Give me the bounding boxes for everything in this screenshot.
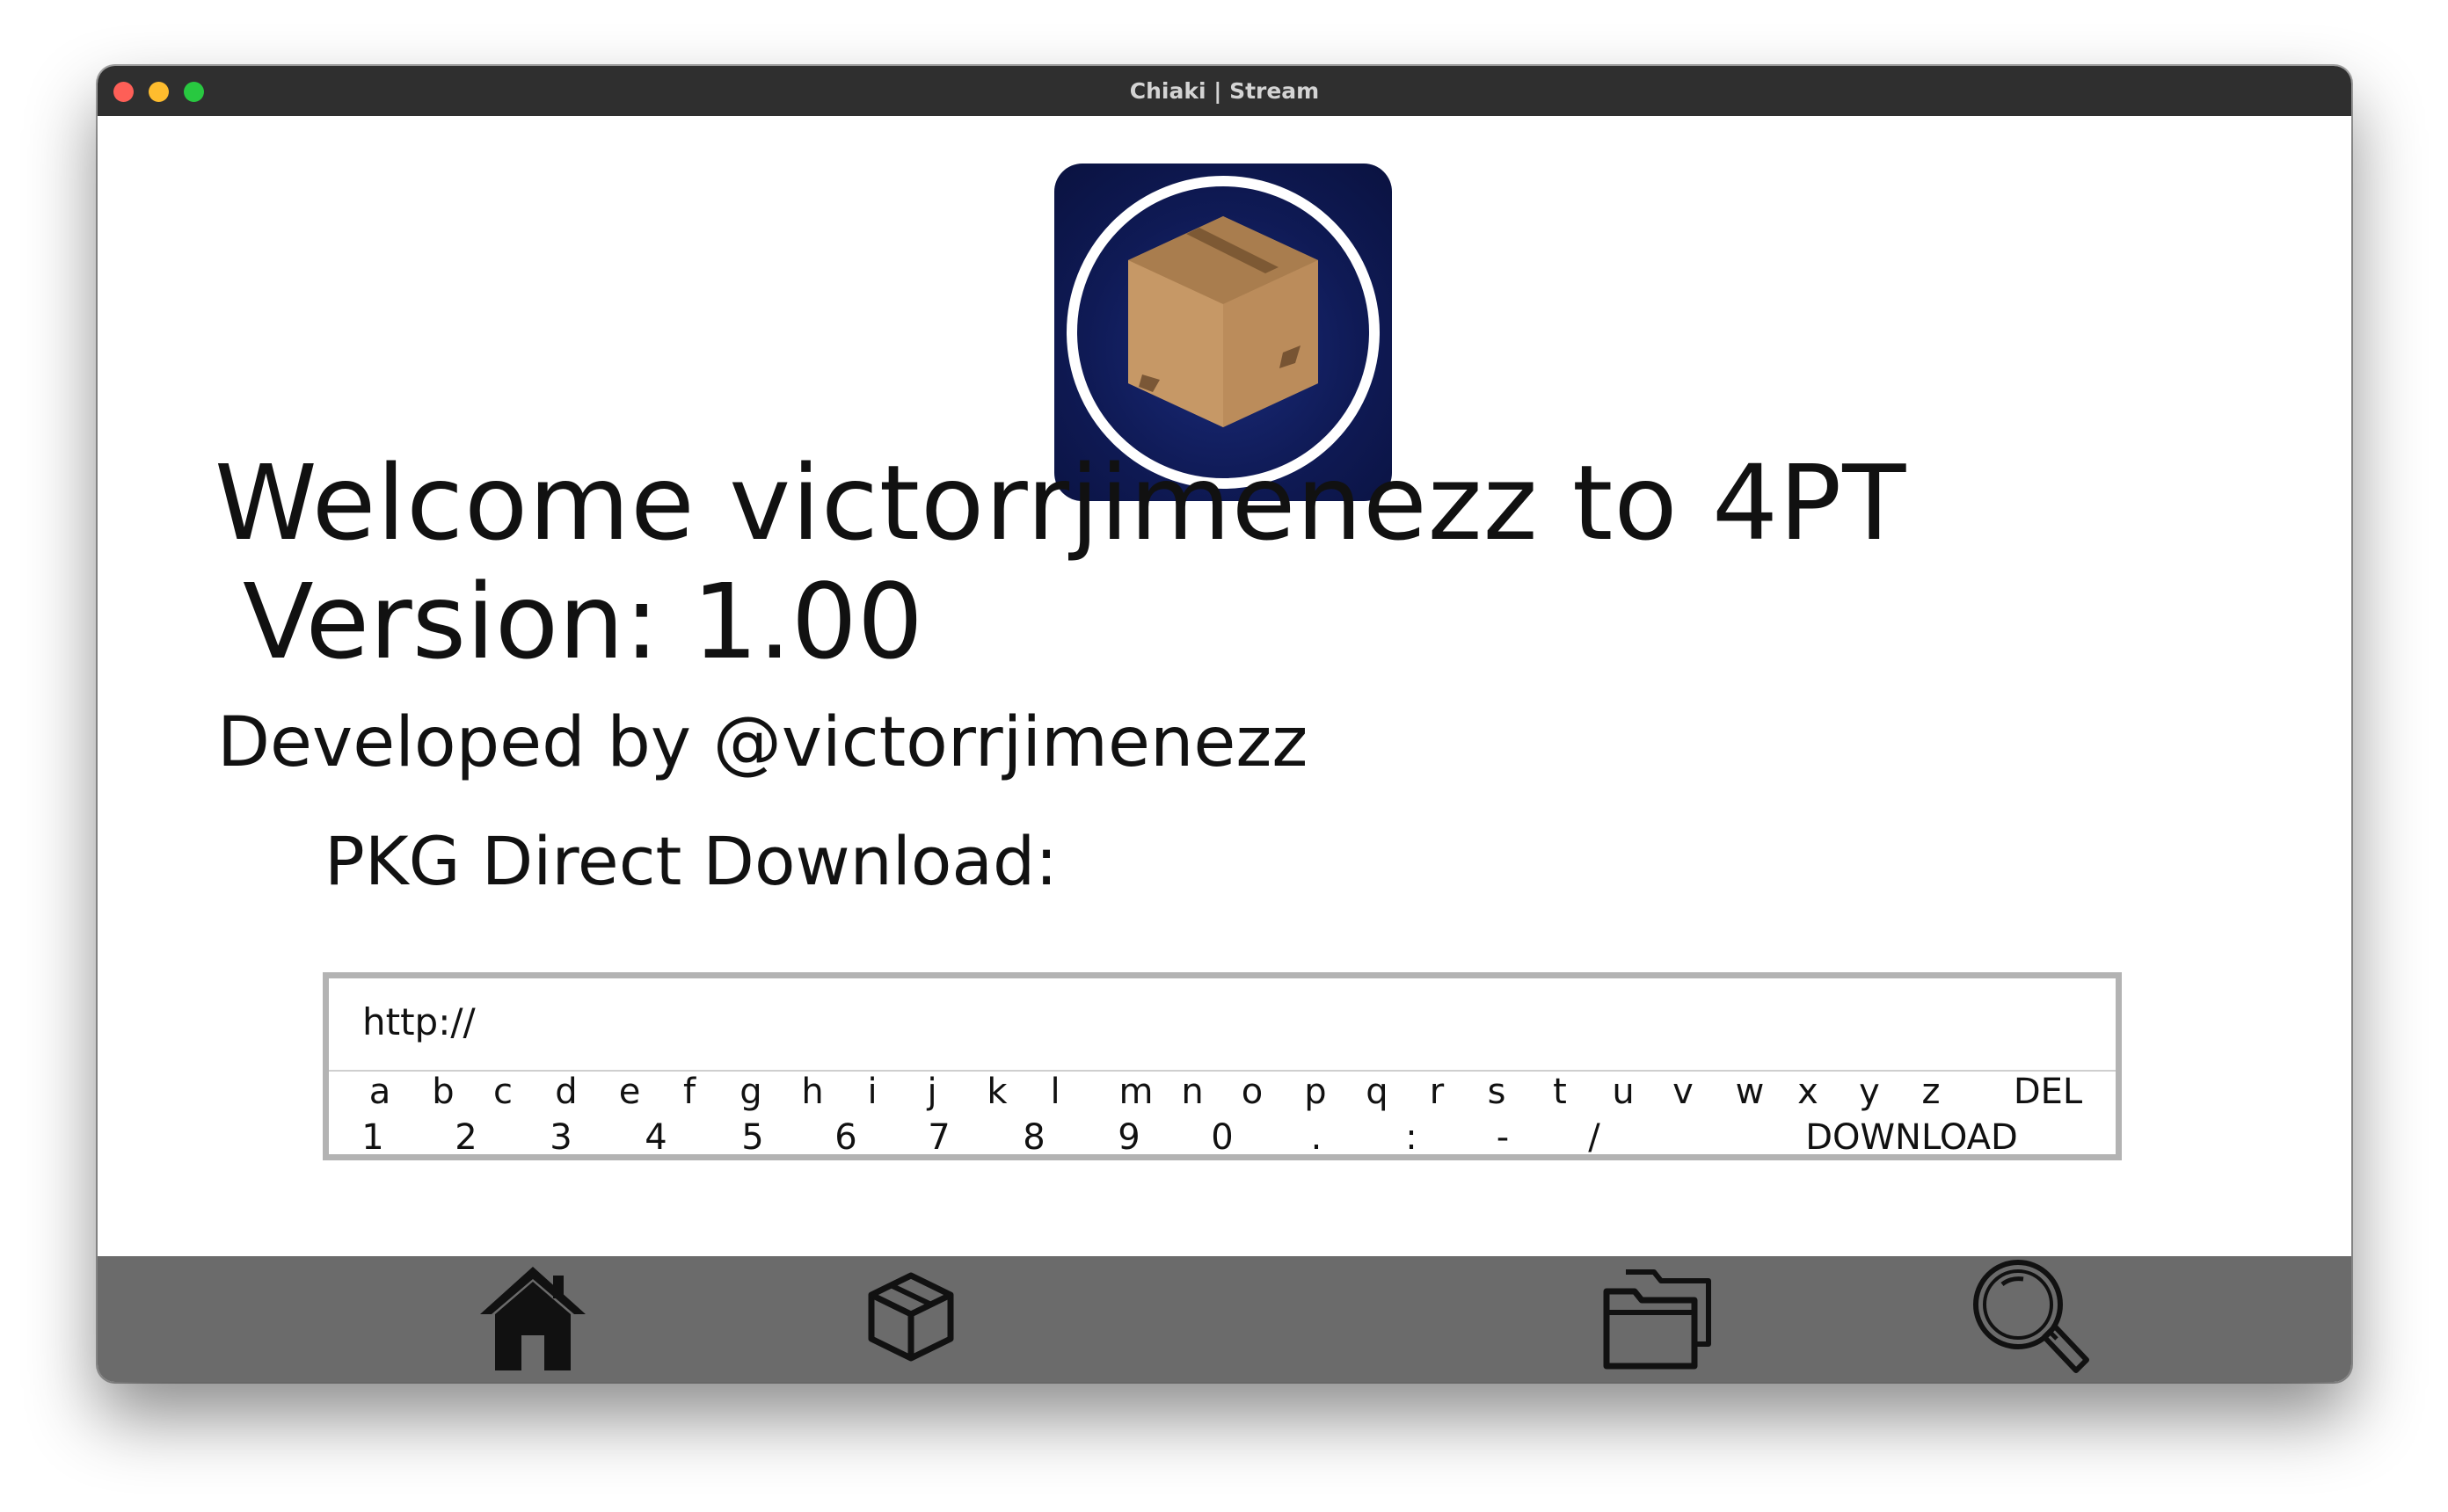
key-t[interactable]: t (1542, 1070, 1577, 1114)
key-3[interactable]: 3 (543, 1116, 579, 1159)
key-colon[interactable]: : (1398, 1116, 1424, 1159)
key-download[interactable]: DOWNLOAD (1780, 1116, 2044, 1159)
key-y[interactable]: y (1852, 1070, 1887, 1114)
package-icon[interactable] (863, 1268, 959, 1369)
key-2[interactable]: 2 (448, 1116, 484, 1159)
pkg-download-label: PKG Direct Download: (324, 822, 1058, 900)
key-7[interactable]: 7 (922, 1116, 957, 1159)
key-period[interactable]: . (1303, 1116, 1330, 1159)
key-g[interactable]: g (733, 1070, 769, 1114)
key-e[interactable]: e (612, 1070, 647, 1114)
key-f[interactable]: f (672, 1070, 707, 1114)
window-title: Chiaki | Stream (1129, 78, 1320, 104)
key-a[interactable]: a (362, 1070, 397, 1114)
window-titlebar: Chiaki | Stream (98, 66, 2351, 116)
key-l[interactable]: l (1038, 1070, 1073, 1114)
key-r[interactable]: r (1419, 1070, 1454, 1114)
url-input-value: http:// (362, 1000, 476, 1043)
key-p[interactable]: p (1298, 1070, 1333, 1114)
search-icon[interactable] (1967, 1256, 2090, 1382)
key-s[interactable]: s (1479, 1070, 1514, 1114)
key-del[interactable]: DEL (2000, 1070, 2096, 1114)
bottom-navbar (98, 1256, 2351, 1382)
key-1[interactable]: 1 (355, 1116, 390, 1159)
key-5[interactable]: 5 (735, 1116, 770, 1159)
key-9[interactable]: 9 (1111, 1116, 1147, 1159)
key-u[interactable]: u (1606, 1070, 1641, 1114)
key-0[interactable]: 0 (1205, 1116, 1240, 1159)
key-b[interactable]: b (426, 1070, 461, 1114)
key-k[interactable]: k (980, 1070, 1015, 1114)
welcome-heading: Welcome victorrjimenezz to 4PT (215, 442, 1907, 563)
key-o[interactable]: o (1235, 1070, 1270, 1114)
key-8[interactable]: 8 (1016, 1116, 1052, 1159)
stream-window: Chiaki | Stream Welcome victorrjimenezz … (98, 66, 2351, 1382)
key-v[interactable]: v (1665, 1070, 1701, 1114)
key-h[interactable]: h (795, 1070, 830, 1114)
pkg-download-panel: http:// a b c d e f g h i j k l m n o p q r s t u v w x y z DEL 1 2… (323, 972, 2122, 1160)
key-dash[interactable]: - (1490, 1116, 1516, 1159)
key-q[interactable]: q (1359, 1070, 1395, 1114)
key-4[interactable]: 4 (638, 1116, 674, 1159)
key-m[interactable]: m (1113, 1070, 1159, 1114)
folders-icon[interactable] (1599, 1265, 1714, 1374)
key-6[interactable]: 6 (828, 1116, 863, 1159)
key-x[interactable]: x (1790, 1070, 1825, 1114)
key-slash[interactable]: / (1581, 1116, 1607, 1159)
key-d[interactable]: d (549, 1070, 584, 1114)
home-icon[interactable] (476, 1260, 590, 1378)
key-w[interactable]: w (1727, 1070, 1773, 1114)
key-j[interactable]: j (914, 1070, 950, 1114)
version-heading: Version: 1.00 (243, 561, 923, 682)
key-n[interactable]: n (1175, 1070, 1210, 1114)
developer-credit: Developed by @victorrjimenezz (217, 703, 1308, 782)
key-c[interactable]: c (485, 1070, 521, 1114)
url-input[interactable]: http:// (329, 978, 2116, 1072)
key-i[interactable]: i (855, 1070, 890, 1114)
key-z[interactable]: z (1913, 1070, 1949, 1114)
keyboard-letters-row: a b c d e f g h i j k l m n o p q r s t u v w x y z DEL (329, 1070, 2116, 1114)
keyboard-numbers-row: 1 2 3 4 5 6 7 8 9 0.: - / DOWNLOAD (329, 1116, 2116, 1159)
